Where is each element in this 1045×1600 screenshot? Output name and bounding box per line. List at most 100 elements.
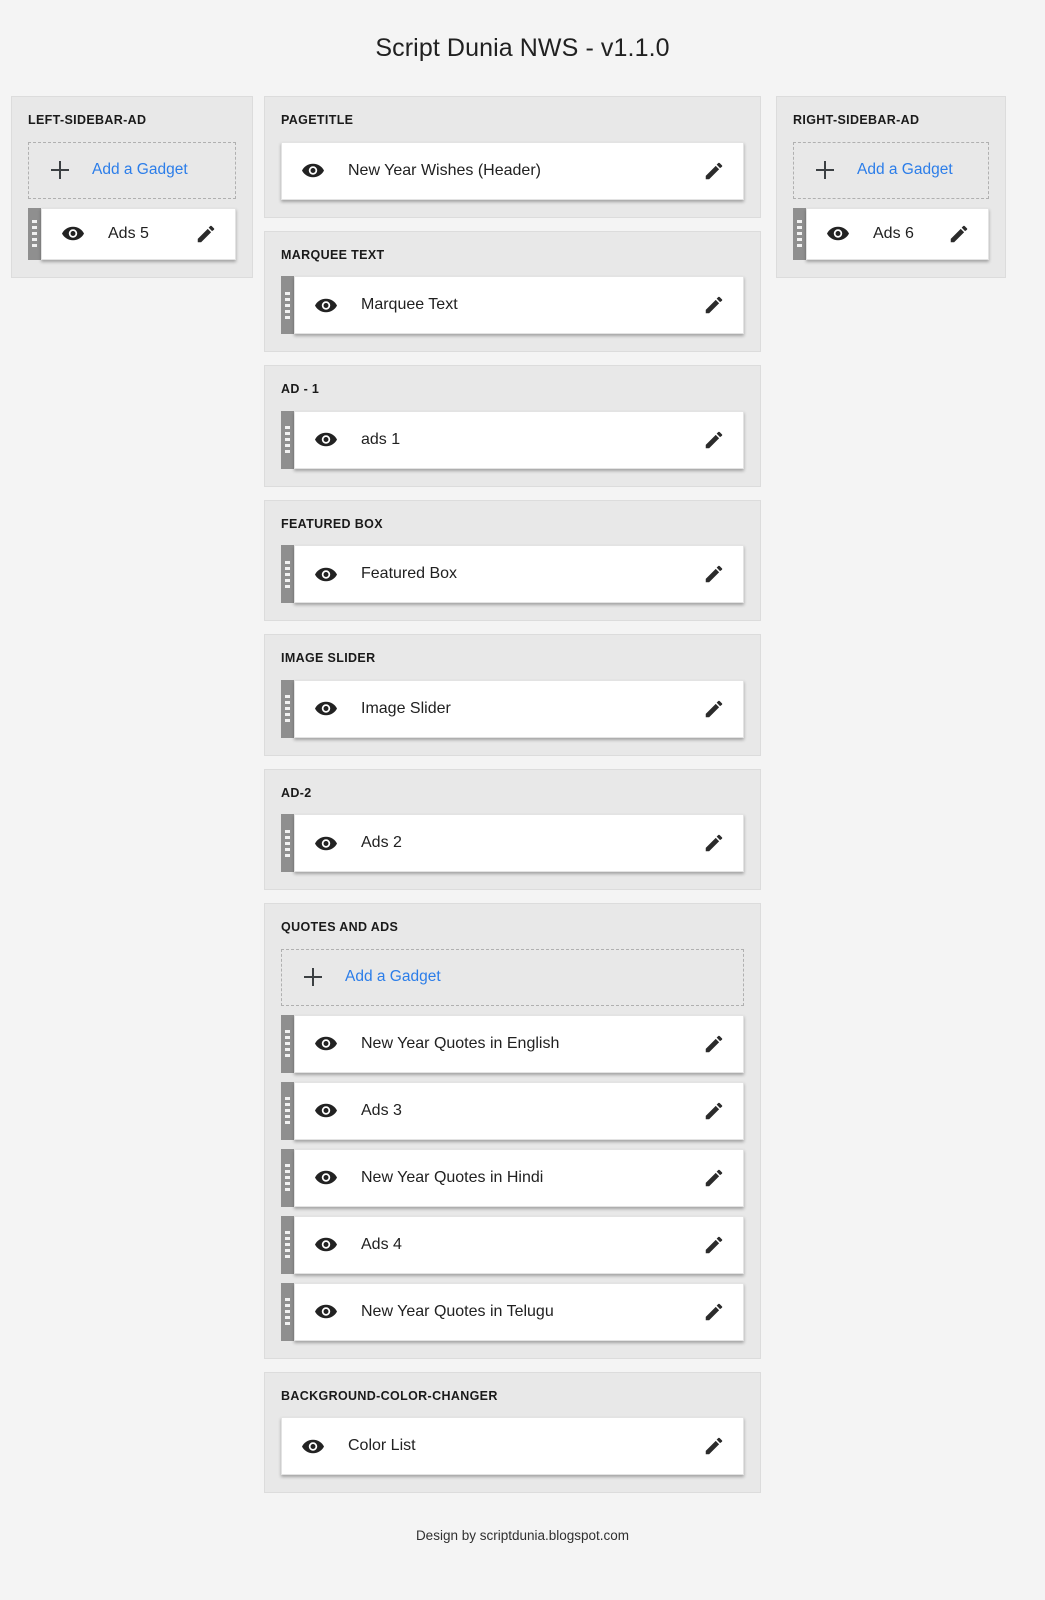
- gadget-new-year-quotes-in-english[interactable]: New Year Quotes in English: [294, 1015, 744, 1073]
- drag-handle-icon[interactable]: [28, 208, 41, 260]
- drag-handle-icon[interactable]: [281, 1216, 294, 1274]
- add-gadget-button[interactable]: Add a Gadget: [793, 142, 989, 199]
- eye-icon: [827, 223, 849, 245]
- gadget-featured-box[interactable]: Featured Box: [294, 545, 744, 603]
- page-title: Script Dunia NWS - v1.1.0: [0, 0, 1045, 63]
- add-gadget-button[interactable]: Add a Gadget: [281, 949, 744, 1006]
- gadget-ads-6[interactable]: Ads 6: [806, 208, 989, 260]
- gadget-label: Color List: [348, 1438, 701, 1454]
- drag-handle-icon[interactable]: [281, 1082, 294, 1140]
- gadget-color-list[interactable]: Color List: [281, 1417, 744, 1475]
- gadget-row: New Year Wishes (Header): [281, 142, 744, 200]
- gadget-row: Marquee Text: [281, 276, 744, 334]
- section-title: LEFT-SIDEBAR-AD: [28, 114, 236, 127]
- section-pagetitle: PAGETITLE New Year Wishes (Header): [264, 96, 761, 218]
- pencil-edit-icon[interactable]: [701, 1232, 727, 1258]
- drag-handle-icon[interactable]: [281, 276, 294, 334]
- plus-icon: [50, 160, 70, 180]
- add-gadget-button[interactable]: Add a Gadget: [28, 142, 236, 199]
- pencil-edit-icon[interactable]: [701, 1031, 727, 1057]
- eye-icon: [315, 563, 337, 585]
- gadget-row: Ads 4: [281, 1216, 744, 1274]
- left-sidebar-column: LEFT-SIDEBAR-AD Add a Gadget Ads 5: [11, 96, 253, 291]
- add-gadget-label: Add a Gadget: [857, 162, 953, 178]
- section-title: FEATURED BOX: [281, 518, 744, 531]
- gadget-row: New Year Quotes in English: [281, 1015, 744, 1073]
- drag-handle-icon[interactable]: [281, 411, 294, 469]
- pencil-edit-icon[interactable]: [701, 427, 727, 453]
- eye-icon: [315, 698, 337, 720]
- gadget-label: ads 1: [361, 432, 701, 448]
- pencil-edit-icon[interactable]: [701, 830, 727, 856]
- pencil-edit-icon[interactable]: [701, 1165, 727, 1191]
- drag-handle-icon[interactable]: [281, 680, 294, 738]
- eye-icon: [315, 1100, 337, 1122]
- section-marquee-text: MARQUEE TEXTMarquee Text: [264, 231, 761, 353]
- pencil-edit-icon[interactable]: [701, 158, 727, 184]
- section-title: RIGHT-SIDEBAR-AD: [793, 114, 989, 127]
- add-gadget-label: Add a Gadget: [345, 969, 441, 985]
- gadget-label: New Year Quotes in English: [361, 1036, 701, 1052]
- eye-icon: [315, 1301, 337, 1323]
- section-title: IMAGE SLIDER: [281, 652, 744, 665]
- gadget-label: Ads 6: [873, 226, 946, 242]
- gadget-label: Featured Box: [361, 566, 701, 582]
- section-ad-1: AD - 1ads 1: [264, 365, 761, 487]
- eye-icon: [315, 832, 337, 854]
- section-title: BACKGROUND-COLOR-CHANGER: [281, 1390, 744, 1403]
- section-ad-2: AD-2 Ads 2: [264, 769, 761, 891]
- gadget-ads-1[interactable]: ads 1: [294, 411, 744, 469]
- gadget-new-year-quotes-in-hindi[interactable]: New Year Quotes in Hindi: [294, 1149, 744, 1207]
- pencil-edit-icon[interactable]: [701, 292, 727, 318]
- pencil-edit-icon[interactable]: [701, 1299, 727, 1325]
- pencil-edit-icon[interactable]: [701, 561, 727, 587]
- gadget-new-year-wishes-header[interactable]: New Year Wishes (Header): [281, 142, 744, 200]
- drag-handle-icon[interactable]: [281, 1283, 294, 1341]
- gadget-row: Ads 5: [28, 208, 236, 260]
- gadget-row: Color List: [281, 1417, 744, 1475]
- gadget-label: Image Slider: [361, 701, 701, 717]
- drag-handle-icon[interactable]: [281, 1149, 294, 1207]
- eye-icon: [302, 160, 324, 182]
- section-title: AD-2: [281, 787, 744, 800]
- eye-icon: [302, 1435, 324, 1457]
- gadget-label: Ads 3: [361, 1103, 701, 1119]
- gadget-label: Ads 2: [361, 835, 701, 851]
- drag-handle-icon[interactable]: [281, 545, 294, 603]
- gadget-marquee-text[interactable]: Marquee Text: [294, 276, 744, 334]
- eye-icon: [315, 1033, 337, 1055]
- gadget-row: ads 1: [281, 411, 744, 469]
- pencil-edit-icon[interactable]: [946, 221, 972, 247]
- pencil-edit-icon[interactable]: [701, 696, 727, 722]
- section-background-color-changer: BACKGROUND-COLOR-CHANGER Color List: [264, 1372, 761, 1494]
- add-gadget-label: Add a Gadget: [92, 162, 188, 178]
- section-title: PAGETITLE: [281, 114, 744, 127]
- drag-handle-icon[interactable]: [793, 208, 806, 260]
- eye-icon: [315, 1234, 337, 1256]
- gadget-ads-4[interactable]: Ads 4: [294, 1216, 744, 1274]
- pencil-edit-icon[interactable]: [701, 1098, 727, 1124]
- drag-handle-icon[interactable]: [281, 1015, 294, 1073]
- pencil-edit-icon[interactable]: [701, 1433, 727, 1459]
- gadget-image-slider[interactable]: Image Slider: [294, 680, 744, 738]
- section-title: QUOTES AND ADS: [281, 921, 744, 934]
- layout-editor-page: Script Dunia NWS - v1.1.0 LEFT-SIDEBAR-A…: [0, 0, 1045, 1600]
- pencil-edit-icon[interactable]: [193, 221, 219, 247]
- gadget-row: Featured Box: [281, 545, 744, 603]
- drag-handle-icon[interactable]: [281, 814, 294, 872]
- gadget-ads-3[interactable]: Ads 3: [294, 1082, 744, 1140]
- gadget-row: New Year Quotes in Telugu: [281, 1283, 744, 1341]
- gadget-label: New Year Quotes in Hindi: [361, 1170, 701, 1186]
- section-left-sidebar-ad: LEFT-SIDEBAR-AD Add a Gadget Ads 5: [11, 96, 253, 278]
- gadget-label: Ads 5: [108, 226, 193, 242]
- gadget-ads-2[interactable]: Ads 2: [294, 814, 744, 872]
- gadget-ads-5[interactable]: Ads 5: [41, 208, 236, 260]
- main-column: PAGETITLE New Year Wishes (Header) MARQUEE…: [264, 96, 761, 1506]
- gadget-row: Ads 3: [281, 1082, 744, 1140]
- eye-icon: [315, 294, 337, 316]
- section-right-sidebar-ad: RIGHT-SIDEBAR-AD Add a Gadget Ads 6: [776, 96, 1006, 278]
- gadget-new-year-quotes-in-telugu[interactable]: New Year Quotes in Telugu: [294, 1283, 744, 1341]
- eye-icon: [315, 1167, 337, 1189]
- gadget-label: Marquee Text: [361, 297, 701, 313]
- section-featured-box: FEATURED BOX Featured Box: [264, 500, 761, 622]
